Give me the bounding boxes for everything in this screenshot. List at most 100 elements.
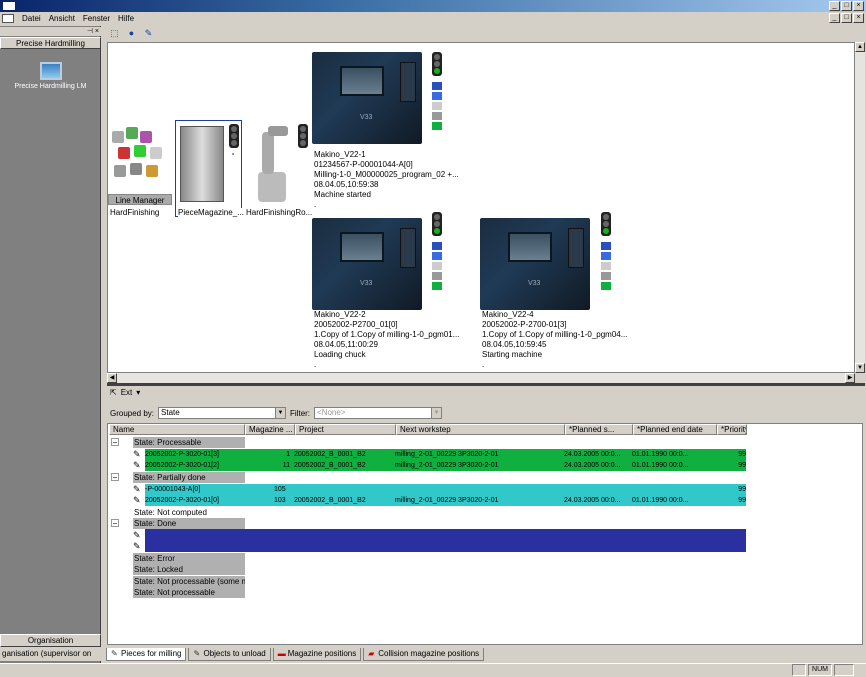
- traffic-light-icon: [432, 52, 442, 76]
- col-project[interactable]: Project: [295, 424, 396, 435]
- organisation-supervisor[interactable]: ganisation (supervisor on: [0, 647, 101, 661]
- status-pane: [792, 664, 806, 676]
- pencil-icon: ✎: [133, 541, 141, 551]
- group-state[interactable]: State: Processable: [133, 437, 245, 448]
- mdi-minimize-button[interactable]: _: [829, 13, 840, 23]
- group-state[interactable]: State: Not processable: [133, 587, 245, 598]
- line-manager-icon[interactable]: [110, 127, 172, 193]
- organisation-bar[interactable]: Organisation: [0, 634, 101, 647]
- col-name[interactable]: Name: [109, 424, 245, 435]
- horizontal-scrollbar[interactable]: ◀ ▶: [107, 373, 855, 383]
- machine-extra: .: [314, 360, 317, 369]
- cell-name: 20052002-P-3020-01[0]: [145, 497, 219, 504]
- tab-magazine-positions[interactable]: ▬ Magazine positions: [272, 648, 362, 661]
- table-row[interactable]: 20052002-P-3020-01[2] 11 20052002_B_0001_B…: [145, 460, 746, 471]
- vertical-scrollbar[interactable]: ▲ ▼: [855, 42, 865, 373]
- chevron-down-icon[interactable]: ▼: [431, 408, 442, 418]
- robot-icon[interactable]: [248, 122, 296, 206]
- machine-status-icons: [432, 240, 442, 290]
- machine-name: Makino_V22-4: [482, 310, 534, 319]
- mdi-restore-button[interactable]: □: [841, 13, 852, 23]
- ext-icon[interactable]: ⇱: [110, 388, 117, 397]
- machine-image[interactable]: V33: [312, 52, 422, 144]
- filter-select[interactable]: <None> ▼: [314, 407, 443, 419]
- machine-order: 20052002-P-2700-01[3]: [482, 320, 567, 329]
- line-monitor-label[interactable]: Precise Hardmilling LM: [0, 83, 101, 90]
- scroll-left-icon[interactable]: ◀: [107, 373, 117, 383]
- machine-info: Makino_V22-2 20052002-P2700_01[0] 1.Copy…: [314, 310, 459, 370]
- pin-icon[interactable]: ⊣ ×: [87, 27, 99, 36]
- menu-fenster[interactable]: Fenster: [79, 14, 114, 23]
- machine-image[interactable]: V33: [480, 218, 590, 310]
- traffic-light-icon: [229, 124, 239, 148]
- col-magazine[interactable]: Magazine ...: [245, 424, 295, 435]
- machine-status: Machine started: [314, 190, 371, 199]
- maximize-button[interactable]: □: [841, 1, 852, 11]
- col-planned-start[interactable]: *Planned s...: [565, 424, 633, 435]
- table-row-selected[interactable]: [145, 529, 746, 552]
- filter-value: <None>: [317, 408, 346, 417]
- col-priority[interactable]: *Priority: [717, 424, 747, 435]
- user-icon[interactable]: ●: [125, 27, 138, 39]
- group-state[interactable]: State: Not computed: [133, 507, 245, 518]
- col-planned-end[interactable]: *Planned end date: [633, 424, 717, 435]
- select-icon[interactable]: ⬚: [108, 27, 121, 39]
- pencil-icon: ✎: [193, 649, 201, 658]
- tab-pieces-for-milling[interactable]: ✎ Pieces for milling: [106, 648, 187, 661]
- scroll-right-icon[interactable]: ▶: [845, 373, 855, 383]
- piece-magazine-icon[interactable]: [180, 126, 224, 202]
- machine-time: 08.04.05,10:59:38: [314, 180, 379, 189]
- machine-time: 08.04.05,11:00:29: [314, 340, 378, 349]
- splitter[interactable]: [107, 383, 865, 386]
- group-state[interactable]: State: Not processable (some m...: [133, 576, 245, 587]
- tab-collision-magazine-positions[interactable]: ▰ Collision magazine positions: [363, 648, 485, 661]
- tab-objects-to-unload[interactable]: ✎ Objects to unload: [188, 648, 271, 661]
- group-filter-bar: Grouped by: State ▼ Filter: <None> ▼: [110, 407, 443, 419]
- machine-time: 08.04.05,10:59:45: [482, 340, 547, 349]
- collapse-icon[interactable]: −: [111, 519, 119, 528]
- minimize-button[interactable]: _: [829, 1, 840, 11]
- left-panel: [0, 26, 101, 663]
- robot-label[interactable]: HardFinishingRo...: [246, 208, 312, 217]
- line-monitor-icon[interactable]: [40, 62, 62, 80]
- tab-label: Objects to unload: [203, 649, 266, 658]
- left-panel-title[interactable]: Precise Hardmilling: [0, 37, 101, 49]
- menu-ansicht[interactable]: Ansicht: [45, 14, 79, 23]
- status-bar: [0, 663, 866, 677]
- collapse-icon[interactable]: −: [111, 438, 119, 447]
- document-icon[interactable]: [2, 14, 14, 23]
- tab-label: Collision magazine positions: [378, 649, 480, 658]
- piece-magazine-label[interactable]: PieceMagazine_...: [178, 208, 244, 217]
- grouped-by-select[interactable]: State ▼: [158, 407, 287, 419]
- cell-priority: 99: [738, 486, 746, 493]
- close-button[interactable]: ×: [853, 1, 864, 11]
- traffic-light-icon: [432, 212, 442, 236]
- ext-button[interactable]: Ext: [121, 388, 133, 397]
- cell-start: 24.03.2005 00:0...: [564, 451, 621, 458]
- machine-order: 20052002-P2700_01[0]: [314, 320, 398, 329]
- col-next-workstep[interactable]: Next workstep: [396, 424, 565, 435]
- chevron-down-icon[interactable]: ▾: [136, 388, 140, 397]
- machine-status-icons: [432, 80, 442, 130]
- machine-image[interactable]: V33: [312, 218, 422, 310]
- machine-name: Makino_V22-1: [314, 150, 366, 159]
- table-row[interactable]: -P-00001043-A[0] 105 99: [145, 484, 746, 495]
- scroll-down-icon[interactable]: ▼: [855, 363, 865, 373]
- cell-start: 24.03.2005 00:0...: [564, 497, 621, 504]
- tab-label: Magazine positions: [287, 649, 357, 658]
- mdi-close-button[interactable]: ×: [853, 13, 864, 23]
- table-row[interactable]: 20052002-P-3020-01[0] 103 20052002_B_0001_…: [145, 495, 746, 506]
- cell-start: [564, 484, 632, 495]
- menu-datei[interactable]: Datei: [18, 14, 45, 23]
- group-state[interactable]: State: Partially done: [133, 472, 245, 483]
- scroll-up-icon[interactable]: ▲: [855, 42, 865, 52]
- wrench-icon[interactable]: ✎: [142, 27, 155, 39]
- collapse-icon[interactable]: −: [111, 473, 119, 482]
- menu-hilfe[interactable]: Hilfe: [114, 14, 138, 23]
- group-state[interactable]: State: Done: [133, 518, 245, 529]
- table-row[interactable]: 20052002-P-3020-01[3] 1 20052002_B_0001_B2…: [145, 449, 746, 460]
- grouped-by-label: Grouped by:: [110, 408, 155, 418]
- group-state[interactable]: State: Error: [133, 553, 245, 564]
- chevron-down-icon[interactable]: ▼: [275, 408, 286, 418]
- group-state[interactable]: State: Locked: [133, 564, 245, 575]
